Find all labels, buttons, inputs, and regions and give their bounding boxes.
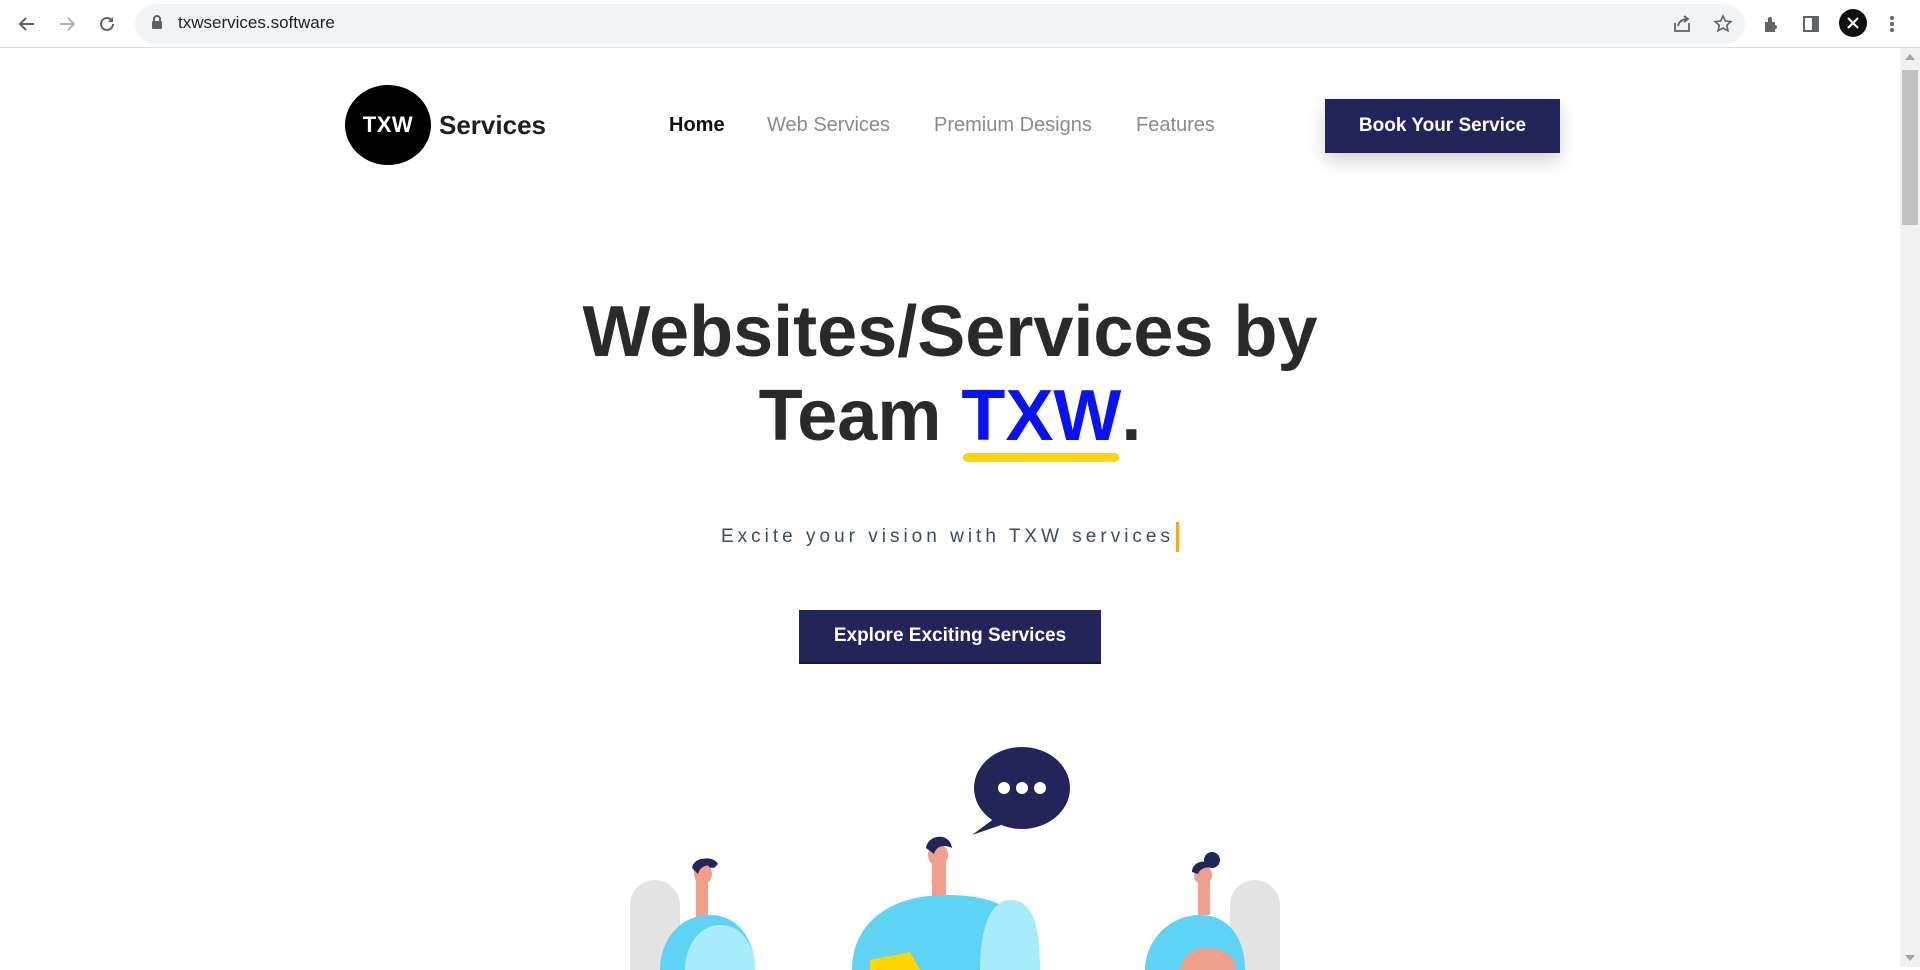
hero-subtitle: Excite your vision with TXW services [0,522,1900,552]
hero-subtitle-text: Excite your vision with TXW services [720,526,1174,548]
nav-premium-designs[interactable]: Premium Designs [934,114,1092,137]
reload-button[interactable] [92,9,122,39]
typing-caret [1176,522,1179,552]
speech-bubble-icon [972,747,1070,835]
logo-text[interactable]: Services [439,110,546,141]
nav-web-services[interactable]: Web Services [767,114,890,137]
extensions-icon[interactable] [1757,10,1785,38]
explore-services-button[interactable]: Explore Exciting Services [799,610,1101,664]
scroll-down-arrow-icon[interactable] [1905,955,1915,961]
person-middle [852,836,1040,970]
menu-kebab-icon[interactable] [1878,10,1906,38]
person-left [630,858,755,970]
scroll-up-arrow-icon[interactable] [1905,54,1915,60]
bookmark-star-icon[interactable] [1711,12,1735,36]
url-text[interactable]: txwservices.software [178,13,335,33]
scrollbar-thumb[interactable] [1902,70,1918,225]
team-illustration [630,747,1280,970]
forward-button[interactable] [52,9,82,39]
nav-features[interactable]: Features [1136,114,1215,137]
profile-logo-icon [1847,17,1859,29]
nav-home[interactable]: Home [669,114,725,137]
hero-title-line2: Team TXW. [0,374,1900,462]
back-button[interactable] [12,9,42,39]
reload-icon [100,16,114,31]
hero-highlight: TXW [961,376,1122,462]
forward-arrow-icon [60,17,76,31]
hero-title-prefix: Team [758,376,962,456]
address-bar[interactable] [135,4,1745,44]
profile-avatar[interactable] [1839,9,1867,37]
back-arrow-icon [18,17,34,31]
logo-mark[interactable]: TXW [345,85,431,165]
person-right [1145,852,1280,970]
hero-title-suffix: . [1121,376,1142,456]
side-panel-icon[interactable] [1797,10,1825,38]
lock-icon [150,14,164,35]
share-icon[interactable] [1670,12,1694,36]
hero-title-line1: Websites/Services by [582,292,1318,372]
browser-toolbar: txwservices.software [0,0,1920,48]
book-service-button[interactable]: Book Your Service [1325,99,1560,153]
